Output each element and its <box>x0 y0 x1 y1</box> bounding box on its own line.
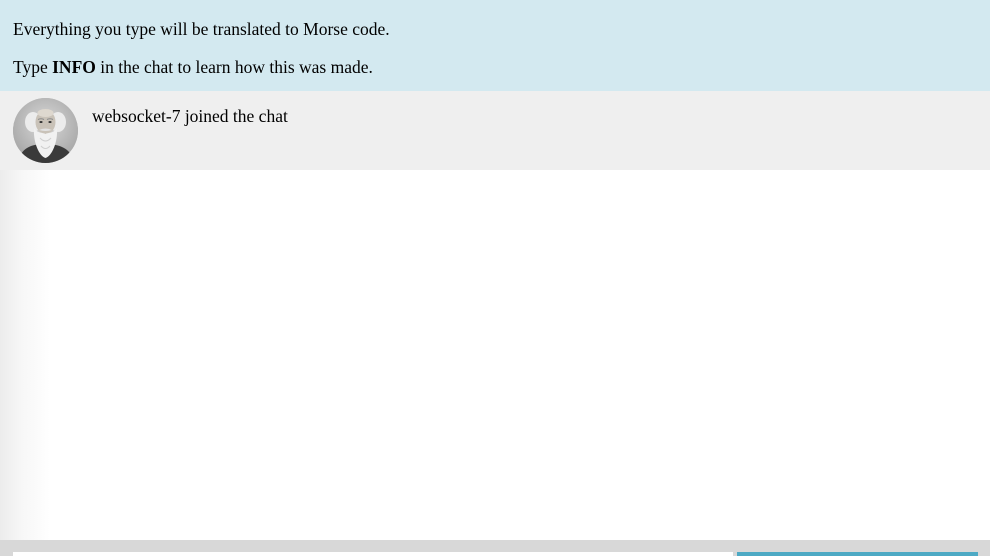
info-banner: Everything you type will be translated t… <box>0 0 990 91</box>
message-text: websocket-7 joined the chat <box>92 106 288 126</box>
info-line-instructions: Type INFO in the chat to learn how this … <box>13 57 373 77</box>
portrait-image <box>13 98 78 163</box>
avatar <box>13 98 78 163</box>
send-button[interactable] <box>737 552 978 556</box>
info-text-translation: Everything you type will be translated t… <box>13 19 390 39</box>
info-text-prefix: Type <box>13 57 53 77</box>
chat-log[interactable] <box>0 170 990 540</box>
info-keyword: INFO <box>52 57 96 77</box>
info-line-translation: Everything you type will be translated t… <box>13 19 390 39</box>
info-text-suffix: in the chat to learn how this was made. <box>95 57 373 77</box>
composer-bar <box>0 540 990 556</box>
chat-input[interactable] <box>13 552 733 556</box>
morse-chat-page: Everything you type will be translated t… <box>0 0 990 556</box>
chat-message: websocket-7 joined the chat <box>0 91 990 170</box>
